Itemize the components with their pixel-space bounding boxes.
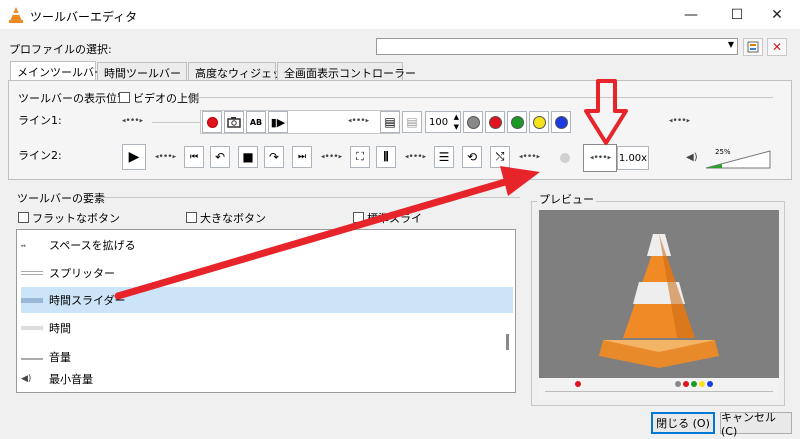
annotation-arrowhead-icon xyxy=(500,166,540,196)
annotation-overlay xyxy=(114,79,628,300)
annotation-down-arrow-icon xyxy=(584,79,628,145)
annotation-diagonal-arrow-icon xyxy=(114,176,516,300)
